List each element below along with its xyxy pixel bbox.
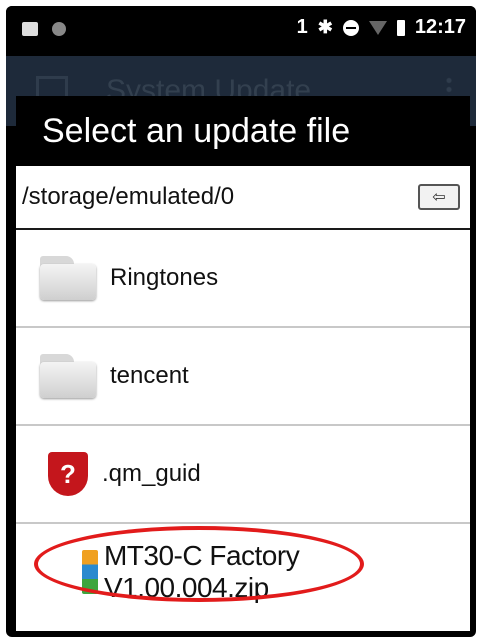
dialog-title: Select an update file [16,96,470,166]
gallery-icon [22,22,38,36]
current-path: /storage/emulated/0 [22,183,235,210]
list-item[interactable]: Ringtones [16,230,470,328]
back-arrow-icon: ⇦ [432,189,446,206]
highlight-annotation [34,526,364,602]
list-item[interactable]: ? .qm_guid [16,426,470,524]
clock: 12:17 [414,16,466,38]
sim-number: 1 [296,16,308,38]
path-bar: /storage/emulated/0 ⇦ [16,166,470,230]
wifi-icon [368,20,387,35]
up-directory-button[interactable]: ⇦ [418,184,460,210]
notification-dot-icon [52,22,66,36]
folder-icon [40,354,96,398]
list-item[interactable]: tencent [16,328,470,426]
dnd-icon [342,19,359,36]
security-shield-icon: ? [48,452,88,496]
list-item-label: .qm_guid [102,460,201,487]
bluetooth-icon: ✱ [317,17,333,37]
folder-icon [40,256,96,300]
list-item-label: Ringtones [110,264,219,291]
list-item-label: tencent [110,362,189,389]
battery-icon [396,19,405,36]
status-bar: 1 ✱ 12:17 [6,6,476,56]
